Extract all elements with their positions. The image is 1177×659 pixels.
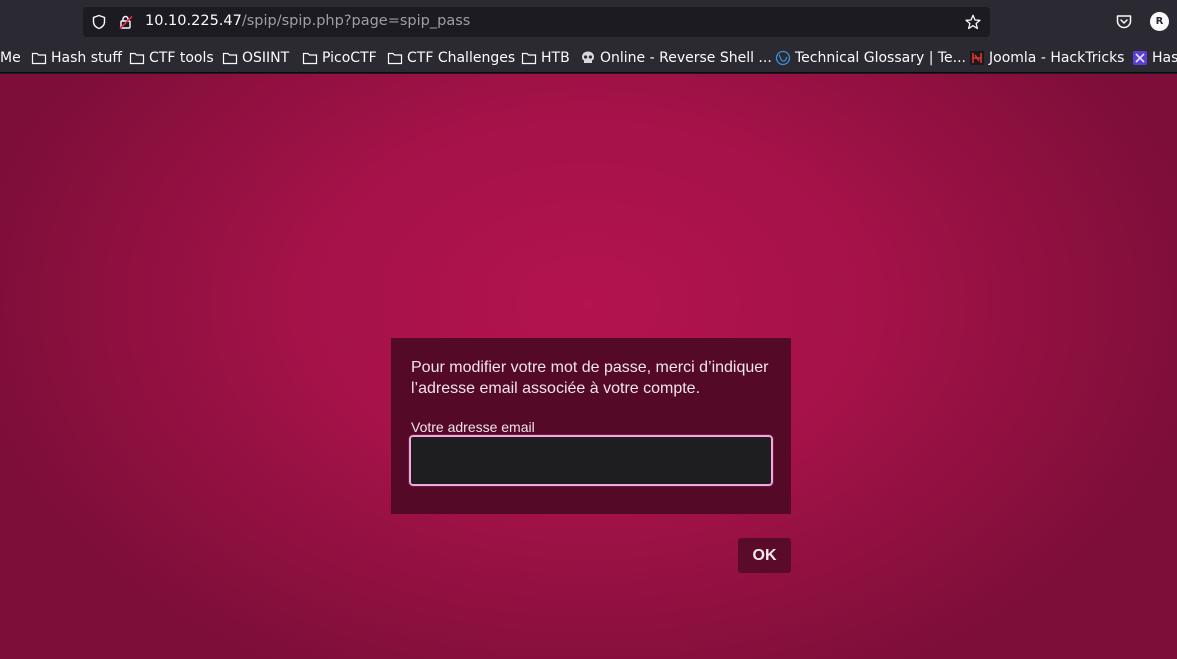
insecure-lock-icon[interactable] (118, 14, 134, 30)
bookmark-label: Joomla - HackTricks (989, 50, 1125, 66)
bookmark-label: CTF tools (149, 50, 214, 66)
bookmark-item[interactable]: Me (0, 49, 21, 67)
url-host: 10.10.225.47 (145, 13, 242, 29)
folder-icon (222, 52, 238, 65)
hacktricks-icon (970, 51, 984, 65)
account-avatar[interactable]: R (1150, 12, 1169, 31)
page-content: Pour modifier votre mot de passe, merci … (0, 74, 1177, 659)
form-intro-text: Pour modifier votre mot de passe, merci … (411, 359, 769, 397)
bookmark-label: Hash stuff (51, 50, 123, 66)
bookmarks-toolbar: Me Hash stuff CTF tools OSIINT PicoCTF C… (0, 44, 1177, 73)
url-path: /spip/spip.php?page=spip_pass (241, 13, 471, 29)
bookmark-label: Technical Glossary | Te... (795, 50, 967, 66)
bookmark-label: HTB (541, 50, 570, 66)
bookmark-folder[interactable]: CTF tools (129, 49, 214, 67)
bookmark-item[interactable]: Joomla - HackTricks (969, 49, 1124, 67)
folder-icon (302, 52, 318, 65)
address-bar[interactable]: 10.10.225.47/spip/spip.php?page=spip_pas… (83, 7, 990, 37)
password-reset-form: Pour modifier votre mot de passe, merci … (391, 338, 791, 514)
url-text[interactable]: 10.10.225.47/spip/spip.php?page=spip_pas… (145, 13, 470, 29)
bookmark-item[interactable]: Online - Reverse Shell ... (580, 49, 772, 67)
bookmark-label: Me (0, 50, 21, 66)
site-icon (1133, 51, 1147, 65)
bookmark-item[interactable]: Has (1132, 49, 1177, 67)
bookmark-folder[interactable]: HTB (521, 49, 570, 67)
bookmark-folder[interactable]: OSIINT (222, 49, 289, 67)
bookmark-folder[interactable]: CTF Challenges (387, 49, 515, 67)
bookmark-item[interactable]: Technical Glossary | Te... (775, 49, 966, 67)
email-label: Votre adresse email (411, 419, 535, 435)
folder-icon (31, 52, 47, 65)
bookmark-label: OSIINT (242, 50, 290, 66)
bookmark-label: Has (1152, 50, 1177, 66)
shield-icon[interactable] (91, 14, 107, 30)
bookmark-folder[interactable]: PicoCTF (302, 49, 377, 67)
globe-icon (775, 50, 791, 66)
star-bookmark-icon[interactable] (965, 14, 981, 30)
bookmark-label: Online - Reverse Shell ... (600, 50, 772, 66)
browser-toolbar: 10.10.225.47/spip/spip.php?page=spip_pas… (0, 0, 1177, 44)
bookmark-label: PicoCTF (322, 50, 377, 66)
skull-icon (582, 51, 594, 63)
ok-button[interactable]: OK (738, 538, 791, 573)
folder-icon (129, 52, 145, 65)
pocket-icon[interactable] (1114, 12, 1134, 32)
bookmark-folder[interactable]: Hash stuff (31, 49, 122, 67)
bookmark-label: CTF Challenges (407, 50, 516, 66)
email-field[interactable] (408, 434, 774, 487)
folder-icon (387, 52, 403, 65)
folder-icon (521, 52, 537, 65)
